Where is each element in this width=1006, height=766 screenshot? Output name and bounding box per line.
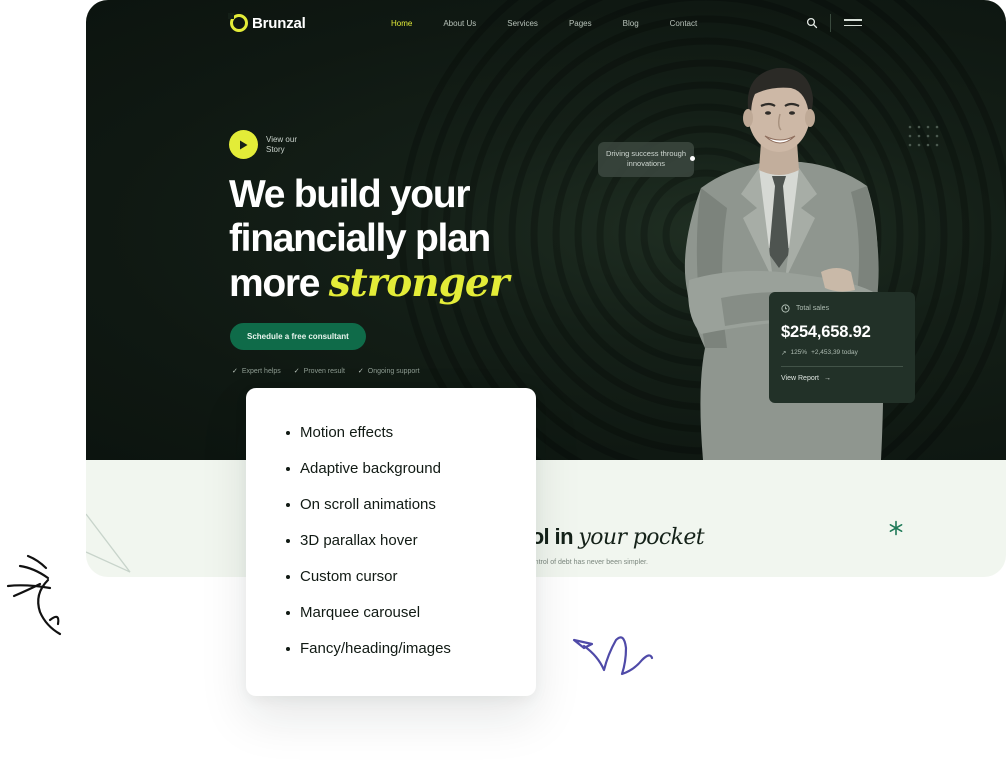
play-icon — [240, 140, 248, 149]
view-report-link[interactable]: View Report → — [781, 375, 903, 382]
story-label: View our Story — [266, 134, 297, 154]
hero-headline: We build your financially plan more stro… — [229, 173, 559, 306]
list-item: Adaptive background — [286, 458, 536, 494]
website-mockup: Brunzal Home About Us Services Pages Blo… — [86, 0, 1006, 577]
list-item: Marquee carousel — [286, 602, 536, 638]
scribble-decoration-right — [572, 636, 654, 676]
trend-up-icon: ↗ — [781, 350, 787, 357]
search-icon[interactable] — [806, 17, 818, 29]
hero-feature-item: ✓ Ongoing support — [357, 367, 420, 376]
check-icon: ✓ — [232, 368, 238, 375]
section-title-accent: your pocket — [578, 525, 705, 550]
list-item: 3D parallax hover — [286, 530, 536, 566]
sales-delta: ↗ 125% +2,453,39 today — [781, 349, 903, 357]
feature-list: Motion effects Adaptive background On sc… — [286, 422, 536, 674]
nav-item-services[interactable]: Services — [507, 19, 538, 28]
sales-card-header: Total sales — [781, 304, 903, 313]
section-title: trol in your pocket — [516, 524, 705, 550]
check-icon: ✓ — [357, 368, 364, 375]
sales-label: Total sales — [796, 305, 830, 312]
hero-feature-item: ✓ Proven result — [293, 367, 345, 376]
tooltip-pin — [690, 156, 695, 161]
sales-delta-today: +2,453,39 today — [811, 349, 858, 356]
headline-accent-word: stronger — [328, 260, 510, 306]
scribble-decoration-left — [6, 554, 62, 636]
nav-item-home[interactable]: Home — [391, 19, 412, 28]
headline-line-2: financially plan — [229, 217, 491, 260]
hero-feature-list: ✓ Expert helps ✓ Proven result ✓ Ongoing su… — [232, 367, 420, 376]
nav-divider — [830, 14, 831, 32]
headline-line-1: We build your — [229, 173, 471, 216]
dot-grid-decoration — [908, 125, 939, 147]
nav-item-pages[interactable]: Pages — [569, 19, 592, 28]
nav-item-blog[interactable]: Blog — [623, 19, 639, 28]
triangle-outline-decoration — [86, 513, 131, 573]
arrow-right-icon: → — [824, 375, 832, 382]
asterisk-icon — [889, 520, 903, 536]
hero-feature-item: ✓ Expert helps — [232, 367, 281, 376]
view-story-link[interactable]: View our Story — [229, 130, 306, 159]
nav-item-about[interactable]: About Us — [443, 19, 476, 28]
list-item: Fancy/heading/images — [286, 638, 536, 674]
list-item: On scroll animations — [286, 494, 536, 530]
nav-item-contact[interactable]: Contact — [670, 19, 698, 28]
clock-icon — [781, 304, 790, 313]
feature-list-card: Motion effects Adaptive background On sc… — [246, 388, 536, 696]
brand-name: Brunzal — [252, 14, 306, 32]
hamburger-menu-icon[interactable] — [844, 19, 862, 27]
sales-delta-pct: 125% — [790, 349, 808, 356]
list-item: Custom cursor — [286, 566, 536, 602]
list-item: Motion effects — [286, 422, 536, 458]
logo-icon — [228, 13, 248, 32]
sales-value: $254,658.92 — [781, 323, 871, 341]
play-button[interactable] — [229, 130, 258, 159]
schedule-consultant-button[interactable]: Schedule a free consultant — [230, 323, 366, 350]
innovation-tooltip: Driving success through innovations — [598, 142, 694, 177]
check-icon: ✓ — [293, 368, 300, 375]
main-nav: Home About Us Services Pages Blog Contac… — [391, 19, 728, 28]
hero-section: Brunzal Home About Us Services Pages Blo… — [86, 0, 1006, 460]
headline-line-3: more — [229, 262, 320, 305]
sales-divider — [781, 366, 903, 367]
total-sales-card: Total sales $254,658.92 ↗ 125% +2,453,39… — [769, 292, 915, 403]
brand-logo[interactable]: Brunzal — [228, 13, 306, 32]
view-report-label: View Report — [781, 375, 820, 382]
